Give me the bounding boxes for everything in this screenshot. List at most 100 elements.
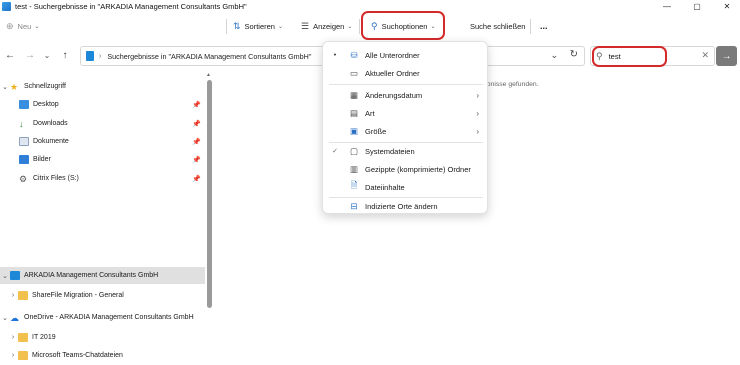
toolbar-divider (226, 19, 227, 34)
folder-icon (18, 351, 28, 360)
pin-icon: 📌 (192, 120, 201, 128)
menu-item-change-indexed-locations[interactable]: ⊟ Indizierte Orte ändern (323, 197, 489, 215)
menu-item-file-contents[interactable]: 🗎 Dateiinhalte (323, 178, 489, 196)
pictures-icon (19, 155, 29, 164)
menu-item-zipped-folders[interactable]: ▥ Gezippte (komprimierte) Ordner (323, 160, 489, 178)
menu-item-system-files[interactable]: ✓ ▢ Systemdateien (323, 142, 489, 160)
breadcrumb-chevron-icon: › (99, 52, 102, 60)
file-contents-icon: 🗎 (350, 180, 358, 190)
search-go-button[interactable]: → (716, 46, 737, 66)
submenu-chevron-icon: › (476, 90, 479, 100)
chevron-down-icon: ⌄ (347, 23, 353, 30)
back-arrow-icon[interactable]: ← (3, 48, 17, 62)
menu-item-label: Indizierte Orte ändern (365, 201, 438, 211)
menu-item-label: Alle Unterordner (365, 50, 420, 60)
cloud-icon: ☁ (10, 313, 19, 323)
menu-item-label: Art (365, 108, 375, 118)
close-search-label: Suche schließen (470, 21, 526, 31)
chevron-down-icon: ⌄ (34, 23, 40, 30)
up-arrow-icon[interactable]: ↑ (58, 48, 72, 62)
sidebar-item-documents[interactable]: Dokumente 📌 (0, 133, 205, 150)
network-drive-icon: ⚙ (19, 174, 28, 184)
menu-item-current-folder[interactable]: ▭ Aktueller Ordner (323, 64, 489, 82)
search-options-menu: • ⛁ Alle Unterordner ▭ Aktueller Ordner … (322, 41, 488, 214)
expanded-chevron-icon[interactable]: ⌄ (0, 272, 10, 280)
more-options-label: ... (540, 21, 548, 31)
sort-icon: ⇅ (233, 20, 241, 31)
file-type-icon: ▤ (349, 107, 359, 118)
refresh-icon[interactable]: ↻ (570, 49, 578, 60)
view-button-label: Anzeigen (313, 21, 345, 31)
sort-button[interactable]: ⇅ Sortieren ⌄ (233, 13, 283, 39)
clear-search-icon[interactable]: ✕ (701, 50, 709, 61)
sidebar-item-label: Desktop (33, 101, 59, 108)
new-item-icon: ⊕ (6, 20, 14, 31)
more-options-button[interactable]: ... (540, 13, 548, 39)
window-title: test - Suchergebnisse in "ARKADIA Manage… (15, 1, 247, 11)
subfolders-icon: ⛁ (350, 49, 358, 60)
view-layout-icon: ☰ (301, 20, 310, 31)
sidebar-item-label: Downloads (33, 120, 68, 127)
maximize-button[interactable]: ▢ (687, 0, 707, 12)
expanded-chevron-icon[interactable]: ⌄ (0, 314, 10, 322)
toolbar-divider (359, 19, 360, 34)
sidebar-item-label: ShareFile Migration - General (32, 292, 124, 299)
new-button-label: Neu (17, 21, 32, 31)
close-window-button[interactable]: ✕ (717, 0, 737, 12)
navigation-pane: ⌄ ★ Schnellzugriff Desktop 📌 ↓ Downloads… (0, 72, 213, 365)
view-button[interactable]: ☰ Anzeigen ⌄ (301, 13, 352, 39)
folder-icon (18, 333, 28, 342)
collapsed-chevron-icon[interactable]: › (8, 292, 18, 299)
minimize-button[interactable]: — (657, 0, 677, 12)
sidebar-item-desktop[interactable]: Desktop 📌 (0, 96, 205, 113)
desktop-icon (19, 100, 29, 109)
forward-arrow-icon[interactable]: → (23, 48, 37, 62)
submenu-chevron-icon: › (476, 108, 479, 118)
menu-item-all-subfolders[interactable]: • ⛁ Alle Unterordner (323, 46, 489, 64)
sidebar-item-label: ARKADIA Management Consultants GmbH (24, 272, 159, 279)
toolbar-divider (530, 19, 531, 34)
sidebar-item-quick-access[interactable]: ⌄ ★ Schnellzugriff (0, 78, 205, 95)
scroll-up-arrow-icon[interactable]: ▲ (206, 72, 211, 78)
menu-item-kind[interactable]: ▤ Art › (323, 104, 489, 122)
sidebar-item-onedrive[interactable]: ⌄ ☁ OneDrive - ARKADIA Management Consul… (0, 309, 205, 326)
sidebar-item-pictures[interactable]: Bilder 📌 (0, 151, 205, 168)
command-bar: ⊕ Neu ⌄ ⇅ Sortieren ⌄ ☰ Anzeigen ⌄ ⚲ Suc… (0, 11, 740, 41)
index-settings-icon: ⊟ (350, 200, 358, 211)
menu-item-label: Größe (365, 126, 387, 136)
sidebar-item-label: Citrix Files (S:) (33, 175, 79, 182)
chevron-down-icon: ⌄ (277, 23, 284, 30)
pin-icon: 📌 (192, 156, 201, 164)
menu-item-date-modified[interactable]: ▦ Änderungsdatum › (323, 86, 489, 104)
address-dropdown-icon[interactable]: ⌄ (550, 50, 558, 61)
search-options-highlight (361, 11, 445, 40)
collapsed-chevron-icon[interactable]: › (8, 352, 18, 359)
sidebar-item-citrix-files[interactable]: ⚙ Citrix Files (S:) 📌 (0, 170, 205, 187)
recent-locations-chevron-icon[interactable]: ⌄ (40, 48, 54, 62)
pin-icon: 📌 (192, 101, 201, 109)
collapsed-chevron-icon[interactable]: › (8, 334, 18, 341)
sort-button-label: Sortieren (244, 21, 275, 31)
sidebar-item-it-2019[interactable]: › IT 2019 (0, 329, 205, 346)
sidebar-item-teams-chat-files[interactable]: › Microsoft Teams-Chatdateien (0, 347, 205, 364)
new-button[interactable]: ⊕ Neu ⌄ (6, 13, 39, 39)
star-icon: ★ (10, 82, 19, 92)
sidebar-item-downloads[interactable]: ↓ Downloads 📌 (0, 115, 205, 132)
sidebar-item-sharefile[interactable]: › ShareFile Migration - General (0, 287, 205, 304)
menu-item-label: Dateiinhalte (365, 182, 405, 192)
expanded-chevron-icon[interactable]: ⌄ (0, 83, 10, 91)
no-results-message: ebnisse gefunden. (483, 81, 539, 88)
file-size-icon: ▣ (349, 125, 359, 136)
arrow-right-icon: → (721, 50, 732, 62)
sidebar-item-company[interactable]: ⌄ ARKADIA Management Consultants GmbH (0, 267, 205, 284)
checkmark-icon: ✓ (332, 148, 338, 155)
sidebar-scrollbar[interactable] (207, 80, 212, 308)
system-file-icon: ▢ (349, 145, 359, 156)
close-search-button[interactable]: Suche schließen (470, 13, 525, 39)
submenu-chevron-icon: › (476, 126, 479, 136)
folder-outline-icon: ▭ (349, 67, 359, 78)
sidebar-item-label: Dokumente (33, 138, 69, 145)
zip-folder-icon: ▥ (349, 163, 359, 174)
menu-item-size[interactable]: ▣ Größe › (323, 122, 489, 140)
pin-icon: 📌 (192, 175, 201, 183)
